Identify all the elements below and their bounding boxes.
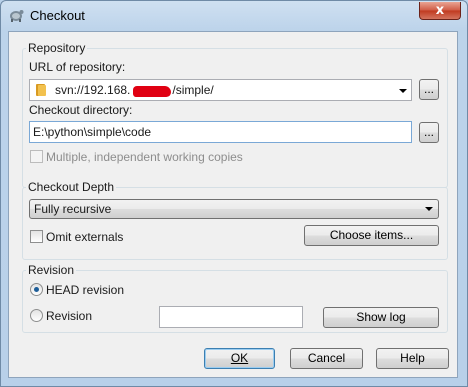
omit-externals-checkbox[interactable]	[30, 230, 43, 243]
redaction-mark	[133, 86, 171, 97]
choose-items-button[interactable]: Choose items...	[304, 225, 439, 246]
depth-select[interactable]: Fully recursive	[29, 199, 439, 219]
head-revision-label: HEAD revision	[46, 283, 125, 297]
browse-url-button[interactable]: ...	[419, 79, 439, 100]
checkout-depth-legend: Checkout Depth	[26, 180, 117, 194]
depth-selected-value: Fully recursive	[34, 202, 112, 216]
checkout-dialog: Checkout x Repository URL of repository:…	[0, 0, 468, 387]
revision-radio[interactable]	[30, 309, 43, 322]
revision-legend: Revision	[26, 263, 77, 277]
folder-icon	[36, 84, 46, 96]
revision-field[interactable]	[159, 306, 303, 328]
checkout-dir-input[interactable]	[30, 122, 411, 142]
help-button[interactable]: Help	[376, 348, 449, 369]
multiple-copies-checkbox[interactable]	[30, 150, 43, 163]
show-log-button[interactable]: Show log	[323, 307, 439, 328]
url-combobox[interactable]: svn://192.168. /simple/	[29, 79, 412, 101]
ok-button[interactable]: OK	[204, 348, 275, 369]
revision-input[interactable]	[160, 307, 302, 327]
multiple-copies-label: Multiple, independent working copies	[46, 150, 243, 164]
chevron-down-icon	[425, 207, 433, 211]
close-button[interactable]: x	[419, 2, 461, 20]
window-title: Checkout	[30, 8, 85, 23]
revision-label: Revision	[46, 309, 93, 323]
title-bar[interactable]: Checkout x	[1, 1, 467, 31]
chevron-down-icon	[399, 89, 407, 93]
url-label: URL of repository:	[29, 60, 126, 74]
repository-legend: Repository	[26, 41, 88, 55]
browse-dir-button[interactable]: ...	[419, 122, 439, 143]
tortoisesvn-icon	[10, 10, 24, 22]
checkout-dir-label: Checkout directory:	[29, 103, 133, 117]
dialog-client-area: Repository URL of repository: svn://192.…	[8, 31, 458, 378]
url-value: svn://192.168.	[55, 83, 131, 97]
cancel-button[interactable]: Cancel	[290, 348, 363, 369]
url-value-tail: /simple/	[172, 83, 214, 97]
head-revision-radio[interactable]	[30, 283, 43, 296]
omit-externals-label: Omit externals	[46, 230, 124, 244]
checkout-dir-field[interactable]	[29, 121, 412, 143]
close-icon: x	[435, 3, 445, 18]
checkout-depth-group	[22, 187, 448, 260]
